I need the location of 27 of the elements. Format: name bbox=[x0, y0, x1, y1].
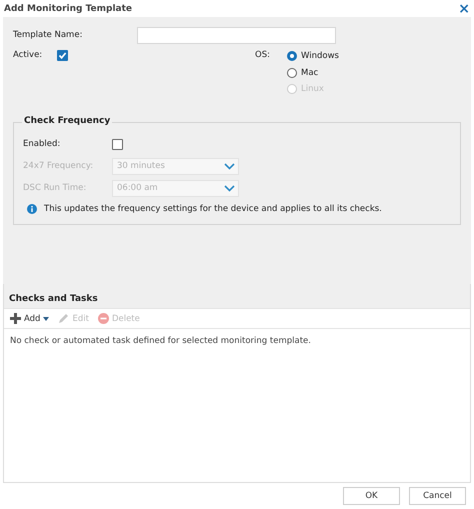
plus-icon bbox=[10, 313, 21, 324]
group-title: Check Frequency bbox=[22, 116, 112, 126]
radio-option[interactable]: Windows bbox=[287, 48, 339, 64]
field-label: Active: bbox=[13, 50, 44, 60]
field-label: Template Name: bbox=[13, 30, 84, 40]
pencil-icon bbox=[58, 313, 70, 324]
close-button[interactable]: × bbox=[458, 2, 470, 16]
window-title: Add Monitoring Template bbox=[4, 4, 132, 14]
info-icon bbox=[27, 204, 37, 214]
field-label: DSC Run Time: bbox=[23, 183, 88, 193]
chevron-down-icon bbox=[224, 162, 235, 170]
chevron-down-icon bbox=[224, 184, 235, 192]
section-title: Checks and Tasks bbox=[8, 293, 99, 306]
checkbox[interactable] bbox=[57, 50, 68, 60]
text-field[interactable] bbox=[137, 26, 336, 44]
toolbar-button[interactable]: Add bbox=[10, 313, 50, 324]
field-label: 24x7 Frequency: bbox=[23, 161, 94, 171]
minus-circle-icon bbox=[98, 313, 109, 324]
empty-message: No check or automated task defined for selected monitoring template. bbox=[10, 336, 311, 346]
dialog-button[interactable]: Cancel bbox=[409, 487, 466, 505]
checkbox[interactable] bbox=[112, 138, 123, 150]
field-label: OS: bbox=[255, 49, 271, 62]
field-label: Enabled: bbox=[23, 139, 62, 149]
info-text: This updates the frequency settings for the device and applies to all its checks. bbox=[44, 204, 382, 214]
dialog-button[interactable]: OK bbox=[343, 487, 400, 505]
radio-option[interactable]: Mac bbox=[287, 64, 339, 81]
caret-icon bbox=[43, 316, 50, 320]
